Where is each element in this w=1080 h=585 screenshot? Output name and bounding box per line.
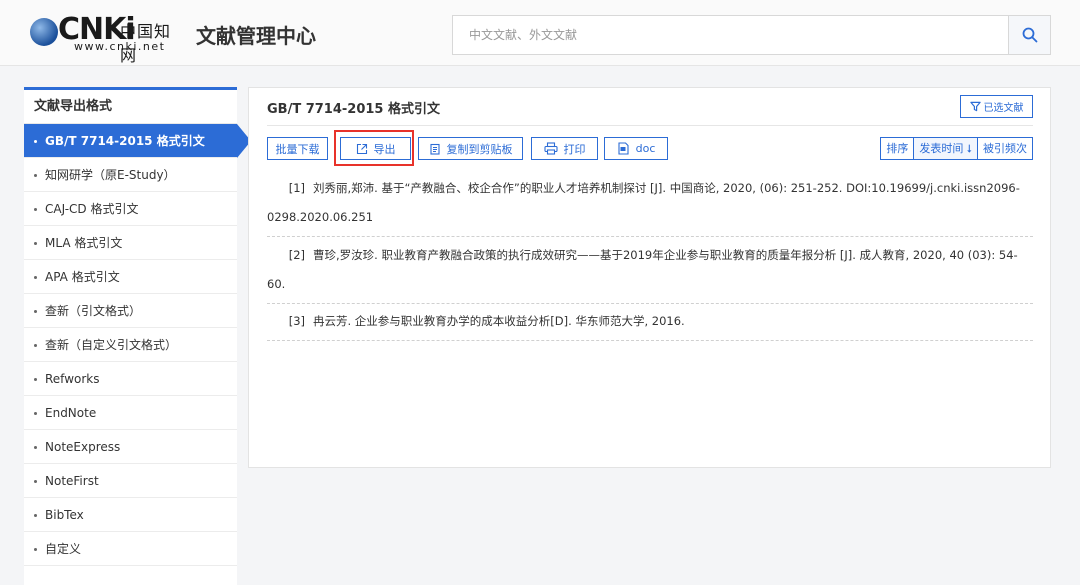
batch-download-button[interactable]: 批量下载	[267, 137, 328, 160]
page-title: 文献管理中心	[196, 24, 316, 48]
bullet-icon	[34, 412, 37, 415]
citation-panel: GB/T 7714-2015 格式引文 已选文献 批量下载 导出 复制到剪贴板	[248, 87, 1051, 468]
filter-icon	[969, 101, 981, 112]
bullet-icon	[34, 242, 37, 245]
reference-index: [3]	[288, 314, 305, 328]
sidebar-item-label: GB/T 7714-2015 格式引文	[45, 134, 205, 148]
doc-label: doc	[635, 142, 656, 155]
sidebar-item-label: 查新（自定义引文格式）	[45, 338, 178, 352]
globe-icon	[30, 18, 58, 46]
search-input[interactable]	[453, 16, 1009, 54]
sidebar-item-estudy[interactable]: 知网研学（原E-Study）	[24, 158, 237, 192]
reference-list: [1] 刘秀丽,郑沛. 基于“产教融合、校企合作”的职业人才培养机制探讨 [J].…	[267, 172, 1033, 341]
sort-by-citations-label: 被引频次	[983, 142, 1027, 155]
sidebar-item-custom[interactable]: 自定义	[24, 532, 237, 566]
search-box	[452, 15, 1051, 55]
sidebar-item-noteexpress[interactable]: NoteExpress	[24, 430, 237, 464]
doc-icon	[618, 142, 629, 155]
bullet-icon	[34, 548, 37, 551]
printer-icon	[543, 142, 558, 155]
sidebar-item-refworks[interactable]: Refworks	[24, 362, 237, 396]
selected-docs-label: 已选文献	[983, 103, 1024, 114]
bullet-icon	[34, 276, 37, 279]
search-button[interactable]	[1008, 16, 1050, 54]
clipboard-icon	[429, 143, 440, 155]
cnki-logo[interactable]: CNKi 中国知网 www.cnki.net	[30, 12, 182, 65]
copy-clipboard-label: 复制到剪贴板	[446, 142, 513, 156]
sidebar-item-label: BibTex	[45, 508, 84, 522]
doc-button[interactable]: doc	[604, 137, 668, 160]
reference-item: [2] 曹珍,罗汝珍. 职业教育产教融合政策的执行成效研究——基于2019年企业参…	[267, 237, 1033, 304]
sort-by-date-button[interactable]: 发表时间 ⭣	[913, 137, 978, 160]
sidebar-item-label: EndNote	[45, 406, 97, 420]
sidebar-item-label: 查新（引文格式）	[45, 304, 142, 318]
batch-download-label: 批量下载	[275, 142, 320, 156]
reference-text: 曹珍,罗汝珍. 职业教育产教融合政策的执行成效研究——基于2019年企业参与职业…	[267, 248, 1018, 291]
sidebar-item-notefirst[interactable]: NoteFirst	[24, 464, 237, 498]
bullet-icon	[34, 344, 37, 347]
bullet-icon	[34, 514, 37, 517]
sidebar-title: 文献导出格式	[24, 90, 237, 124]
reference-item: [1] 刘秀丽,郑沛. 基于“产教融合、校企合作”的职业人才培养机制探讨 [J].…	[267, 172, 1033, 237]
print-label: 打印	[563, 142, 586, 156]
bullet-icon	[34, 378, 37, 381]
sidebar-item-gbt7714[interactable]: GB/T 7714-2015 格式引文	[24, 124, 251, 158]
arrow-down-icon: ⭣	[963, 142, 972, 155]
selected-docs-button[interactable]: 已选文献	[960, 95, 1033, 118]
sidebar-item-label: MLA 格式引文	[45, 236, 123, 250]
bullet-icon	[34, 140, 37, 143]
print-button[interactable]: 打印	[531, 137, 598, 160]
sidebar-item-label: 知网研学（原E-Study）	[45, 168, 176, 182]
export-label: 导出	[373, 142, 396, 156]
sort-by-date-label: 发表时间	[919, 142, 964, 155]
sidebar-item-label: NoteExpress	[45, 440, 121, 454]
sidebar-item-label: 自定义	[45, 542, 82, 556]
bullet-icon	[34, 480, 37, 483]
sidebar-item-cajcd[interactable]: CAJ-CD 格式引文	[24, 192, 237, 226]
sort-by-citations-button[interactable]: 被引频次	[977, 137, 1033, 160]
divider	[267, 125, 1033, 126]
sidebar-item-mla[interactable]: MLA 格式引文	[24, 226, 237, 260]
sort-group: 排序 发表时间 ⭣ 被引频次	[880, 137, 1033, 160]
reference-index: [1]	[288, 181, 305, 195]
logo-url: www.cnki.net	[74, 40, 166, 53]
reference-text: 刘秀丽,郑沛. 基于“产教融合、校企合作”的职业人才培养机制探讨 [J]. 中国…	[267, 181, 1020, 224]
header: CNKi 中国知网 www.cnki.net 文献管理中心	[0, 0, 1080, 66]
sidebar-item-label: CAJ-CD 格式引文	[45, 202, 139, 216]
bullet-icon	[34, 446, 37, 449]
bullet-icon	[34, 208, 37, 211]
sidebar-item-label: NoteFirst	[45, 474, 99, 488]
sidebar-item-bibtex[interactable]: BibTex	[24, 498, 237, 532]
sidebar-item-label: Refworks	[45, 372, 100, 386]
bullet-icon	[34, 310, 37, 313]
reference-item: [3] 冉云芳. 企业参与职业教育办学的成本收益分析[D]. 华东师范大学, 20…	[267, 304, 1033, 341]
copy-clipboard-button[interactable]: 复制到剪贴板	[418, 137, 523, 160]
sidebar-item-chaxin[interactable]: 查新（引文格式）	[24, 294, 237, 328]
bullet-icon	[34, 174, 37, 177]
sort-label: 排序	[880, 137, 915, 160]
panel-title: GB/T 7714-2015 格式引文	[267, 102, 441, 117]
search-icon	[1022, 27, 1037, 43]
sidebar-item-chaxin-custom[interactable]: 查新（自定义引文格式）	[24, 328, 237, 362]
export-button[interactable]: 导出	[340, 137, 411, 160]
export-icon	[356, 143, 367, 154]
sidebar-item-apa[interactable]: APA 格式引文	[24, 260, 237, 294]
sidebar-item-label: APA 格式引文	[45, 270, 120, 284]
reference-text: 冉云芳. 企业参与职业教育办学的成本收益分析[D]. 华东师范大学, 2016.	[313, 314, 685, 328]
reference-index: [2]	[288, 248, 305, 262]
sidebar-item-endnote[interactable]: EndNote	[24, 396, 237, 430]
format-sidebar: 文献导出格式 GB/T 7714-2015 格式引文 知网研学（原E-Study…	[24, 87, 251, 585]
